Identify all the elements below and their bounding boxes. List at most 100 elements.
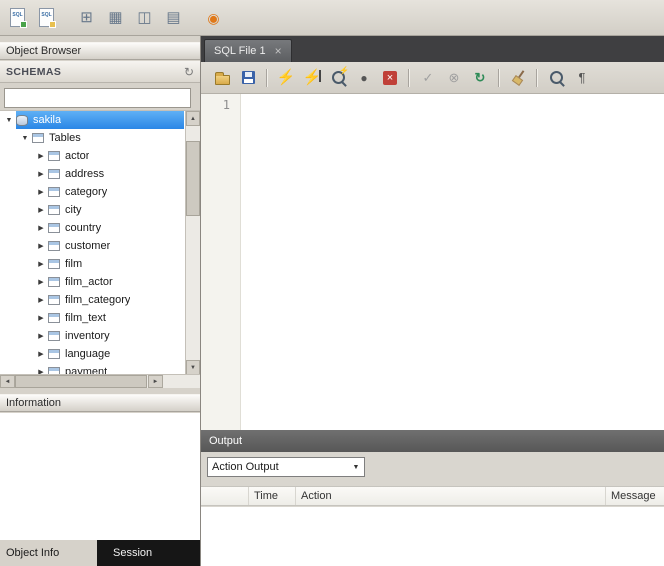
cursor-bar-icon	[319, 70, 321, 82]
stop-icon: ●	[360, 72, 367, 84]
line-number-gutter: 1	[201, 94, 241, 430]
main-area: SQL File 1 × ⚡ ⚡ ⚡ ●	[200, 36, 664, 566]
tree-item-tables[interactable]: ▼ Tables	[0, 129, 200, 147]
table-icon	[48, 205, 60, 215]
beautify-button[interactable]	[506, 66, 530, 90]
object-browser-header: Object Browser	[0, 42, 200, 60]
close-icon[interactable]: ×	[275, 45, 282, 57]
tree-vertical-scrollbar[interactable]: ▲ ▼	[185, 111, 200, 375]
expand-arrow-icon[interactable]: ▶	[34, 332, 48, 340]
tab-object-info[interactable]: Object Info	[0, 540, 97, 566]
expand-arrow-icon[interactable]: ▶	[34, 170, 48, 178]
execute-lightning-icon: ⚡	[277, 70, 296, 85]
expand-arrow-icon[interactable]: ▶	[34, 206, 48, 214]
tree-item-table[interactable]: ▶ country	[0, 219, 200, 237]
create-table-icon: ▦	[108, 10, 122, 25]
expand-arrow-icon[interactable]: ▼	[18, 135, 32, 142]
tree-item-table[interactable]: ▶ city	[0, 201, 200, 219]
output-view-value: Action Output	[208, 461, 348, 473]
open-file-button[interactable]	[210, 66, 234, 90]
open-sql-script-button[interactable]: SQL	[33, 4, 60, 32]
rollback-icon: ⊗	[449, 71, 460, 84]
tree-horizontal-scrollbar[interactable]: ◄ ►	[0, 374, 200, 388]
find-button[interactable]	[544, 66, 568, 90]
table-icon	[48, 313, 60, 323]
tab-session[interactable]: Session	[97, 540, 200, 566]
column-header-message[interactable]: Message	[606, 487, 664, 505]
toggle-autocommit-button[interactable]: ↻	[468, 66, 492, 90]
line-number: 1	[223, 98, 230, 112]
create-routine-icon: ▤	[166, 10, 180, 25]
expand-arrow-icon[interactable]: ▶	[34, 296, 48, 304]
table-label: film	[65, 258, 82, 270]
create-table-button[interactable]: ▦	[102, 4, 129, 32]
execute-button[interactable]: ⚡	[274, 66, 298, 90]
stop-button[interactable]: ●	[352, 66, 376, 90]
schema-tree: ▼ sakila ▼ Tables ▶ actor ▶	[0, 110, 200, 375]
tree-item-table[interactable]: ▶ actor	[0, 147, 200, 165]
scroll-down-icon[interactable]: ▼	[186, 360, 200, 375]
column-header-action[interactable]: Action	[296, 487, 606, 505]
toggle-invisibles-button[interactable]: ¶	[570, 66, 594, 90]
commit-button[interactable]: ✓	[416, 66, 440, 90]
scroll-right-icon[interactable]: ►	[148, 375, 163, 388]
scrollbar-thumb[interactable]	[186, 141, 200, 216]
table-icon	[48, 349, 60, 359]
tree-item-table[interactable]: ▶ film	[0, 255, 200, 273]
new-sql-tab-button[interactable]: SQL	[4, 4, 31, 32]
explain-button[interactable]: ⚡	[326, 66, 350, 90]
execute-current-button[interactable]: ⚡	[300, 66, 324, 90]
tree-item-schema-sakila[interactable]: ▼ sakila	[0, 111, 200, 129]
tab-sql-file-1[interactable]: SQL File 1 ×	[204, 39, 292, 62]
editor-tab-bar: SQL File 1 ×	[201, 36, 664, 62]
schema-filter-input[interactable]	[4, 88, 191, 108]
rollback-button[interactable]: ⊗	[442, 66, 466, 90]
plugins-icon: ◉	[207, 11, 219, 25]
expand-arrow-icon[interactable]: ▼	[2, 117, 16, 124]
expand-arrow-icon[interactable]: ▶	[34, 242, 48, 250]
scroll-left-icon[interactable]: ◄	[0, 375, 15, 388]
scroll-up-icon[interactable]: ▲	[186, 111, 200, 126]
chevron-down-icon: ▼	[348, 464, 364, 471]
table-label: film_text	[65, 312, 106, 324]
expand-arrow-icon[interactable]: ▶	[34, 314, 48, 322]
tables-folder-icon	[32, 133, 44, 143]
pilcrow-icon: ¶	[579, 71, 586, 84]
tree-item-table[interactable]: ▶ language	[0, 345, 200, 363]
column-header-index[interactable]	[201, 487, 249, 505]
scrollbar-thumb[interactable]	[15, 375, 147, 388]
expand-arrow-icon[interactable]: ▶	[34, 350, 48, 358]
save-button[interactable]	[236, 66, 260, 90]
column-header-time[interactable]: Time	[249, 487, 296, 505]
tree-item-table[interactable]: ▶ film_actor	[0, 273, 200, 291]
table-label: actor	[65, 150, 89, 162]
expand-arrow-icon[interactable]: ▶	[34, 278, 48, 286]
tree-item-table[interactable]: ▶ film_category	[0, 291, 200, 309]
tab-object-info-label: Object Info	[6, 547, 59, 559]
tree-item-table[interactable]: ▶ address	[0, 165, 200, 183]
main-toolbar: SQL SQL ⊞ ▦ ◫ ▤ ◉	[0, 0, 664, 36]
expand-arrow-icon[interactable]: ▶	[34, 260, 48, 268]
toolbar-separator	[498, 69, 500, 87]
table-icon	[48, 151, 60, 161]
output-title: Output	[209, 435, 242, 447]
create-schema-button[interactable]: ⊞	[73, 4, 100, 32]
kill-query-button[interactable]: ×	[378, 66, 402, 90]
schema-search	[4, 88, 191, 108]
schema-icon	[16, 115, 28, 126]
plugins-button[interactable]: ◉	[200, 4, 227, 32]
expand-arrow-icon[interactable]: ▶	[34, 152, 48, 160]
create-routine-button[interactable]: ▤	[160, 4, 187, 32]
tree-item-table[interactable]: ▶ inventory	[0, 327, 200, 345]
sql-editor-area[interactable]	[241, 94, 664, 430]
tree-item-table[interactable]: ▶ customer	[0, 237, 200, 255]
table-label: category	[65, 186, 107, 198]
expand-arrow-icon[interactable]: ▶	[34, 188, 48, 196]
tree-item-table[interactable]: ▶ category	[0, 183, 200, 201]
output-view-select[interactable]: Action Output ▼	[207, 457, 365, 477]
refresh-schemas-icon[interactable]: ↻	[184, 66, 194, 78]
create-view-button[interactable]: ◫	[131, 4, 158, 32]
information-header: Information	[0, 394, 200, 412]
tree-item-table[interactable]: ▶ film_text	[0, 309, 200, 327]
expand-arrow-icon[interactable]: ▶	[34, 224, 48, 232]
